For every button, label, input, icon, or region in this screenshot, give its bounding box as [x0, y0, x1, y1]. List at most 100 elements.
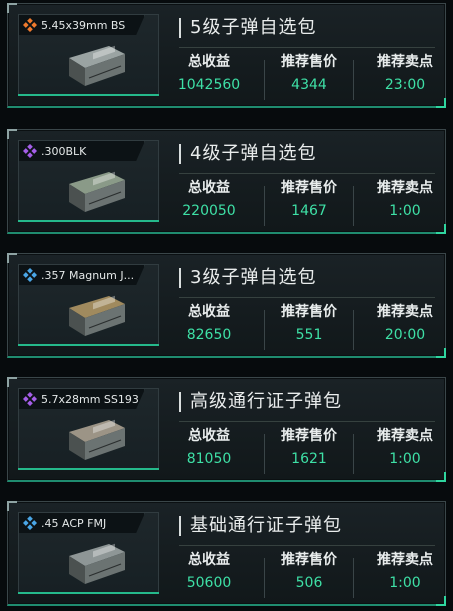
pack-title: 基础通行证子弹包: [179, 516, 342, 536]
recommended-price-label: 推荐售价: [281, 54, 337, 70]
ammo-pack-card-2[interactable]: .300BLK 4级子弹自选包 总收益 220050 推荐售价 1467 推荐卖…: [7, 129, 446, 234]
corner-decoration: [7, 377, 17, 387]
recommended-price-value: 1621: [291, 451, 327, 467]
ammo-pack-card-3[interactable]: .357 Magnum J... 3级子弹自选包 总收益 82650 推荐售价 …: [7, 253, 446, 358]
ammo-pack-card-4[interactable]: 5.7x28mm SS193 高级通行证子弹包 总收益 81050 推荐售价 1…: [7, 377, 446, 482]
recommended-time-value: 1:00: [389, 451, 421, 467]
recommended-price-label: 推荐售价: [281, 428, 337, 444]
recommended-price-column: 推荐售价 1621: [266, 427, 352, 468]
recommended-price-value: 551: [295, 327, 323, 343]
ammo-pack-card-5[interactable]: .45 ACP FMJ 基础通行证子弹包 总收益 50600 推荐售价 506 …: [7, 501, 446, 606]
corner-decoration: [436, 224, 446, 234]
total-profit-label: 总收益: [188, 180, 230, 196]
column-separator: [353, 558, 354, 598]
caliber-tag: 5.7x28mm SS193: [19, 389, 145, 409]
recommended-time-label: 推荐卖点: [377, 304, 433, 320]
recommended-price-value: 4344: [291, 77, 327, 93]
total-profit-value: 220050: [182, 203, 236, 219]
recommended-price-column: 推荐售价 551: [266, 303, 352, 344]
column-separator: [264, 310, 265, 350]
divider: [179, 173, 435, 174]
total-profit-value: 82650: [186, 327, 232, 343]
blue-diamond-icon: [23, 516, 37, 530]
column-separator: [264, 434, 265, 474]
caliber-label: .357 Magnum J...: [41, 268, 135, 282]
corner-decoration: [7, 3, 17, 13]
item-slot[interactable]: 5.45x39mm BS: [18, 14, 159, 96]
corner-decoration: [7, 253, 17, 263]
total-profit-value: 81050: [186, 451, 232, 467]
recommended-price-value: 1467: [291, 203, 327, 219]
caliber-label: .45 ACP FMJ: [41, 516, 107, 530]
rarity-bar: [18, 468, 159, 470]
total-profit-column: 总收益 82650: [166, 303, 252, 344]
recommended-time-column: 推荐卖点 1:00: [362, 427, 448, 468]
item-slot[interactable]: 5.7x28mm SS193: [18, 388, 159, 470]
recommended-price-label: 推荐售价: [281, 304, 337, 320]
ammo-box-image: [69, 543, 125, 584]
column-separator: [353, 434, 354, 474]
recommended-time-label: 推荐卖点: [377, 428, 433, 444]
pack-title: 高级通行证子弹包: [179, 392, 342, 412]
recommended-time-column: 推荐卖点 1:00: [362, 551, 448, 592]
purple-diamond-icon: [23, 392, 37, 406]
rarity-bar: [18, 344, 159, 346]
ammo-box-image: [69, 171, 125, 212]
recommended-price-label: 推荐售价: [281, 552, 337, 568]
pack-title: 5级子弹自选包: [179, 18, 316, 38]
recommended-time-value: 20:00: [384, 327, 426, 343]
caliber-tag: .45 ACP FMJ: [19, 513, 145, 533]
ammo-pack-card-1[interactable]: 5.45x39mm BS 5级子弹自选包 总收益 1042560 推荐售价 43…: [7, 3, 446, 108]
corner-decoration: [436, 348, 446, 358]
recommended-time-value: 23:00: [384, 77, 426, 93]
corner-decoration: [436, 98, 446, 108]
recommended-time-column: 推荐卖点 20:00: [362, 303, 448, 344]
rarity-bar: [18, 220, 159, 222]
ammo-box-image: [69, 295, 125, 336]
caliber-tag: .300BLK: [19, 141, 145, 161]
total-profit-column: 总收益 220050: [166, 179, 252, 220]
recommended-time-column: 推荐卖点 1:00: [362, 179, 448, 220]
orange-diamond-icon: [23, 18, 37, 32]
pack-title: 4级子弹自选包: [179, 144, 316, 164]
recommended-price-label: 推荐售价: [281, 180, 337, 196]
recommended-time-value: 1:00: [389, 575, 421, 591]
column-separator: [264, 558, 265, 598]
recommended-time-label: 推荐卖点: [377, 54, 433, 70]
total-profit-label: 总收益: [188, 54, 230, 70]
recommended-time-label: 推荐卖点: [377, 552, 433, 568]
corner-decoration: [436, 472, 446, 482]
column-separator: [353, 186, 354, 226]
recommended-price-column: 推荐售价 506: [266, 551, 352, 592]
corner-decoration: [7, 501, 17, 511]
total-profit-column: 总收益 1042560: [166, 53, 252, 94]
total-profit-value: 50600: [186, 575, 232, 591]
item-slot[interactable]: .300BLK: [18, 140, 159, 222]
divider: [179, 47, 435, 48]
corner-decoration: [436, 596, 446, 606]
total-profit-column: 总收益 50600: [166, 551, 252, 592]
rarity-bar: [18, 94, 159, 96]
ammo-box-image: [69, 419, 125, 460]
column-separator: [353, 310, 354, 350]
purple-diamond-icon: [23, 144, 37, 158]
total-profit-label: 总收益: [188, 552, 230, 568]
ammo-box-image: [69, 45, 125, 86]
total-profit-label: 总收益: [188, 428, 230, 444]
corner-decoration: [7, 129, 17, 139]
rarity-bar: [18, 592, 159, 594]
divider: [179, 297, 435, 298]
caliber-label: .300BLK: [41, 144, 87, 158]
caliber-tag: .357 Magnum J...: [19, 265, 145, 285]
pack-title: 3级子弹自选包: [179, 268, 316, 288]
caliber-label: 5.45x39mm BS: [41, 18, 126, 32]
recommended-time-value: 1:00: [389, 203, 421, 219]
total-profit-label: 总收益: [188, 304, 230, 320]
item-slot[interactable]: .357 Magnum J...: [18, 264, 159, 346]
total-profit-value: 1042560: [177, 77, 241, 93]
column-separator: [264, 60, 265, 100]
column-separator: [264, 186, 265, 226]
column-separator: [353, 60, 354, 100]
recommended-price-column: 推荐售价 1467: [266, 179, 352, 220]
item-slot[interactable]: .45 ACP FMJ: [18, 512, 159, 594]
